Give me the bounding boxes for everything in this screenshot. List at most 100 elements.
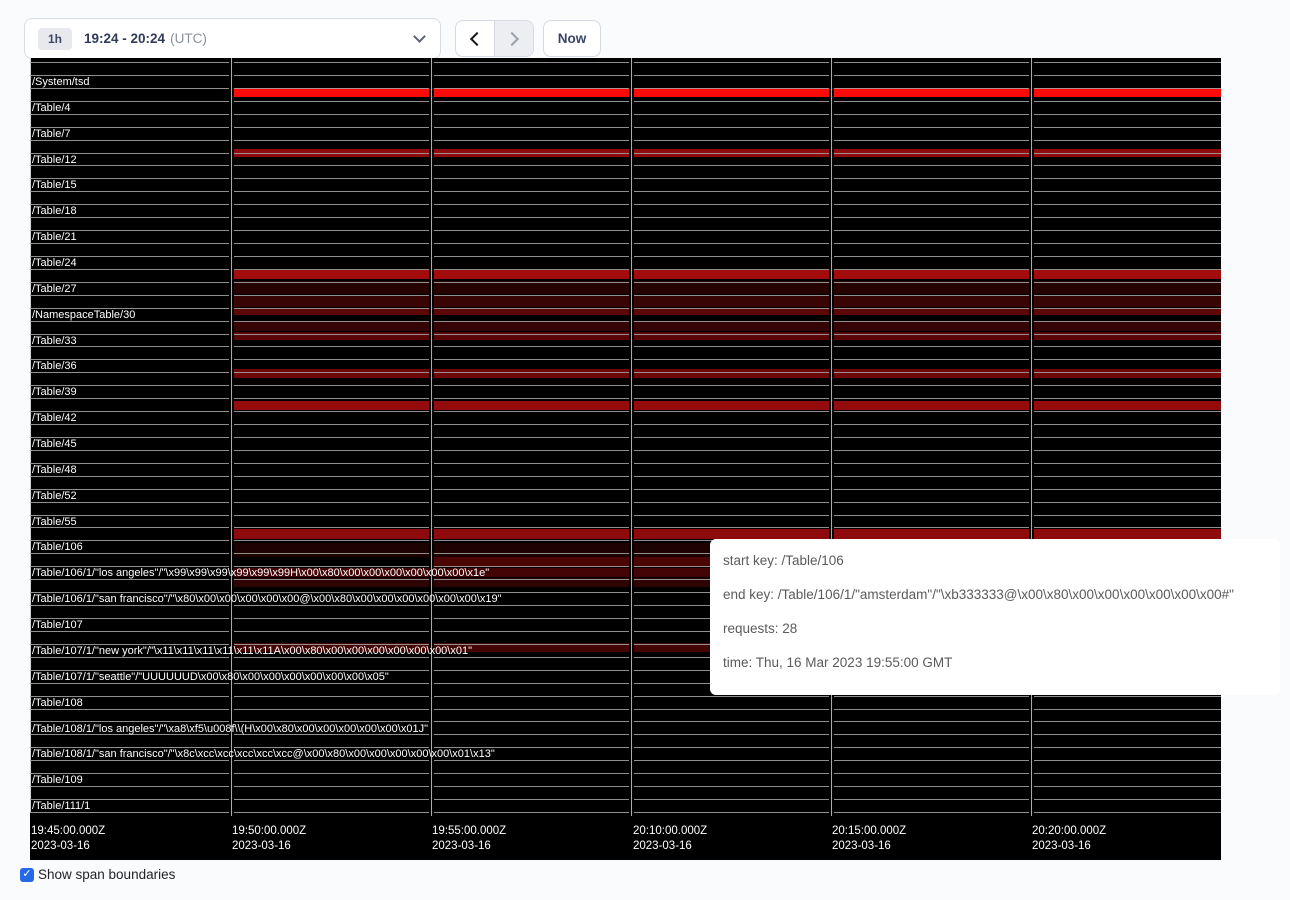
span-boundary-line (30, 424, 1221, 425)
time-range-label: 19:24 - 20:24 (84, 31, 165, 46)
column-boundary-line (1029, 58, 1034, 816)
row-label: /Table/36 (32, 360, 77, 373)
x-axis-tick: 19:50:00.000Z2023-03-16 (232, 824, 306, 854)
heat-band[interactable] (231, 295, 1221, 307)
axis-date: 2023-03-16 (633, 839, 707, 854)
tooltip-line: end key: /Table/106/1/"amsterdam"/"\xb33… (723, 578, 1280, 612)
span-boundary-line (30, 101, 1221, 102)
span-boundary-line (30, 165, 1221, 166)
row-label: /Table/107/1/"new york"/"\x11\x11\x11\x1… (32, 645, 472, 658)
time-range-badge: 1h (38, 28, 72, 50)
span-boundary-line (30, 295, 1221, 296)
row-label: /Table/27 (32, 283, 77, 296)
span-boundary-line (30, 243, 1221, 244)
span-boundary-line (30, 372, 1221, 373)
x-axis-tick: 19:45:00.000Z2023-03-16 (31, 824, 105, 854)
span-boundary-line (30, 799, 1221, 800)
check-icon: ✓ (22, 869, 31, 880)
row-label: /Table/18 (32, 205, 77, 218)
span-boundary-line (30, 140, 1221, 141)
row-label: /Table/55 (32, 516, 77, 529)
x-axis-tick: 20:10:00.000Z2023-03-16 (633, 824, 707, 854)
row-label: /Table/107/1/"seattle"/"UUUUUUD\x00\x80\… (32, 671, 389, 684)
toolbar: 1h 19:24 - 20:24 (UTC) Now (0, 0, 1290, 58)
span-boundary-line (30, 153, 1221, 154)
heat-band[interactable] (231, 322, 1221, 331)
span-boundary-line (30, 515, 1221, 516)
next-time-button[interactable] (494, 21, 533, 56)
span-boundary-line (30, 489, 1221, 490)
row-label: /Table/109 (32, 774, 83, 787)
chevron-right-icon (505, 31, 519, 45)
row-label: /Table/33 (32, 335, 77, 348)
span-boundary-line (30, 709, 1221, 710)
heatmap-left-edge (30, 58, 31, 812)
span-boundary-line (30, 269, 1221, 270)
column-boundary-line (629, 58, 634, 816)
span-boundary-line (30, 282, 1221, 283)
row-label: /Table/48 (32, 464, 77, 477)
span-boundary-line (30, 178, 1221, 179)
span-boundary-line (30, 114, 1221, 115)
span-boundary-line (30, 385, 1221, 386)
span-boundary-line (30, 321, 1221, 322)
span-boundary-line (30, 437, 1221, 438)
tooltip: start key: /Table/106end key: /Table/106… (710, 539, 1280, 695)
axis-date: 2023-03-16 (31, 839, 105, 854)
span-boundary-line (30, 411, 1221, 412)
row-label: /Table/42 (32, 412, 77, 425)
axis-time: 20:10:00.000Z (633, 824, 707, 839)
x-axis-tick: 20:15:00.000Z2023-03-16 (832, 824, 906, 854)
row-label: /System/tsd (32, 76, 89, 89)
heatmap[interactable]: /System/tsd/Table/4/Table/7/Table/12/Tab… (30, 58, 1221, 860)
axis-time: 19:50:00.000Z (232, 824, 306, 839)
heat-band[interactable] (231, 401, 1221, 410)
row-label: /Table/39 (32, 386, 77, 399)
heat-band[interactable] (231, 529, 1221, 539)
span-boundary-line (30, 476, 1221, 477)
axis-date: 2023-03-16 (432, 839, 506, 854)
span-boundary-line (30, 527, 1221, 528)
span-boundary-line (30, 88, 1221, 89)
row-label: /Table/107 (32, 619, 83, 632)
span-boundary-line (30, 75, 1221, 76)
time-range-select[interactable]: 1h 19:24 - 20:24 (UTC) (24, 18, 441, 59)
span-boundaries-checkbox[interactable]: ✓ (20, 868, 34, 882)
axis-time: 20:15:00.000Z (832, 824, 906, 839)
span-boundary-line (30, 398, 1221, 399)
row-label: /Table/108/1/"san francisco"/"\x8c\xcc\x… (32, 748, 495, 761)
span-boundary-line (30, 463, 1221, 464)
span-boundary-line (30, 346, 1221, 347)
row-label: /Table/15 (32, 179, 77, 192)
row-label: /Table/108 (32, 697, 83, 710)
row-label: /Table/106 (32, 541, 83, 554)
row-label: /Table/12 (32, 154, 77, 167)
row-label: /Table/45 (32, 438, 77, 451)
row-label: /Table/21 (32, 231, 77, 244)
axis-time: 20:20:00.000Z (1032, 824, 1106, 839)
span-boundary-line (30, 308, 1221, 309)
prev-time-button[interactable] (456, 21, 494, 56)
heat-band[interactable] (231, 88, 1221, 97)
span-boundary-line (30, 204, 1221, 205)
x-axis: 19:45:00.000Z2023-03-1619:50:00.000Z2023… (30, 824, 1221, 858)
span-boundary-line (30, 773, 1221, 774)
span-boundary-line (30, 696, 1221, 697)
span-boundaries-control: ✓ Show span boundaries (20, 867, 175, 882)
row-label: /Table/108/1/"los angeles"/"\xa8\xf5\u00… (32, 723, 428, 736)
span-boundary-line (30, 191, 1221, 192)
axis-date: 2023-03-16 (1032, 839, 1106, 854)
span-boundary-line (30, 256, 1221, 257)
span-boundary-line (30, 450, 1221, 451)
heat-band[interactable] (231, 270, 1221, 279)
span-boundary-line (30, 812, 1221, 813)
tooltip-line: start key: /Table/106 (723, 544, 1280, 578)
span-boundary-line (30, 359, 1221, 360)
now-button[interactable]: Now (543, 20, 601, 57)
row-label: /Table/24 (32, 257, 77, 270)
span-boundary-line (30, 217, 1221, 218)
span-boundary-line (30, 230, 1221, 231)
checkbox-label: Show span boundaries (38, 867, 175, 882)
axis-date: 2023-03-16 (232, 839, 306, 854)
axis-date: 2023-03-16 (832, 839, 906, 854)
